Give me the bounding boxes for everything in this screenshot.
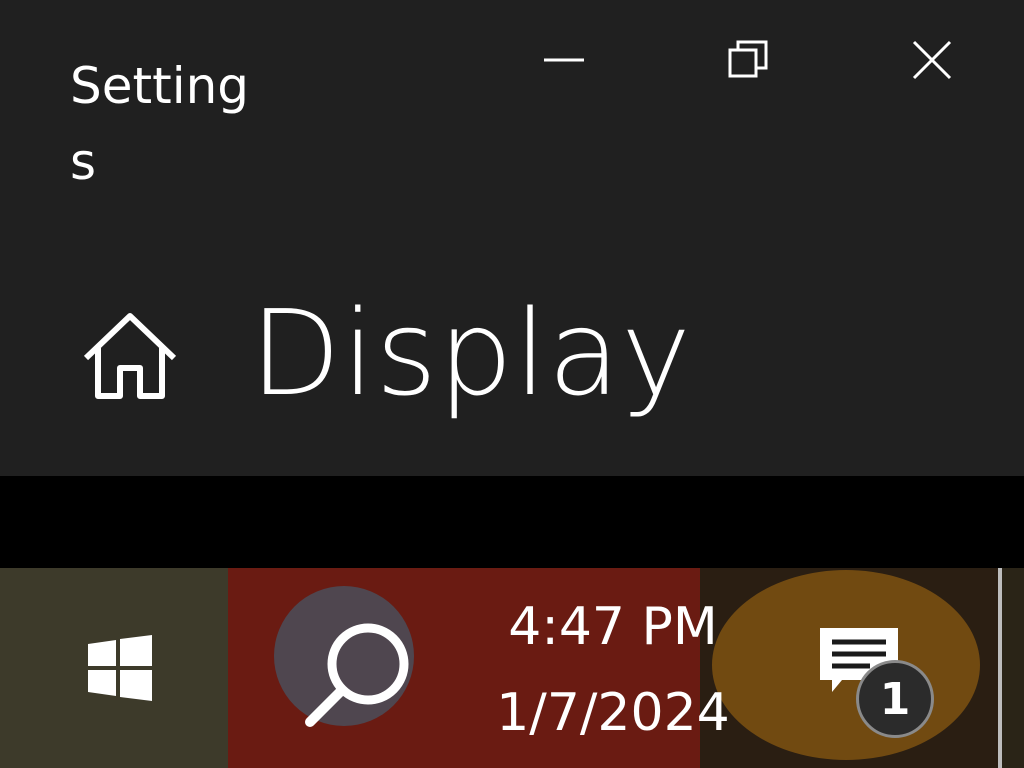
home-icon — [83, 313, 177, 399]
home-button[interactable] — [80, 310, 180, 402]
close-icon — [912, 40, 952, 80]
search-icon — [305, 623, 409, 727]
windows-logo-icon — [88, 635, 152, 701]
minimize-icon — [544, 58, 584, 62]
clock-time: 4:47 PM — [508, 597, 718, 657]
taskbar-clock[interactable]: 4:47 PM 1/7/2024 — [488, 584, 738, 756]
taskbar: 4:47 PM 1/7/2024 1 — [0, 568, 1024, 768]
settings-window: Settings Display — [0, 0, 1024, 476]
restore-button[interactable] — [702, 14, 794, 106]
search-button[interactable] — [300, 618, 416, 734]
start-button[interactable] — [86, 634, 154, 702]
taskbar-edge — [998, 568, 1002, 768]
notification-count-badge: 1 — [856, 660, 934, 738]
app-title: Settings — [70, 57, 250, 191]
minimize-button[interactable] — [518, 14, 610, 106]
clock-date: 1/7/2024 — [496, 683, 730, 743]
desktop-gap — [0, 476, 1024, 568]
restore-icon — [728, 40, 768, 78]
page-title: Display — [250, 284, 692, 422]
close-button[interactable] — [886, 14, 978, 106]
